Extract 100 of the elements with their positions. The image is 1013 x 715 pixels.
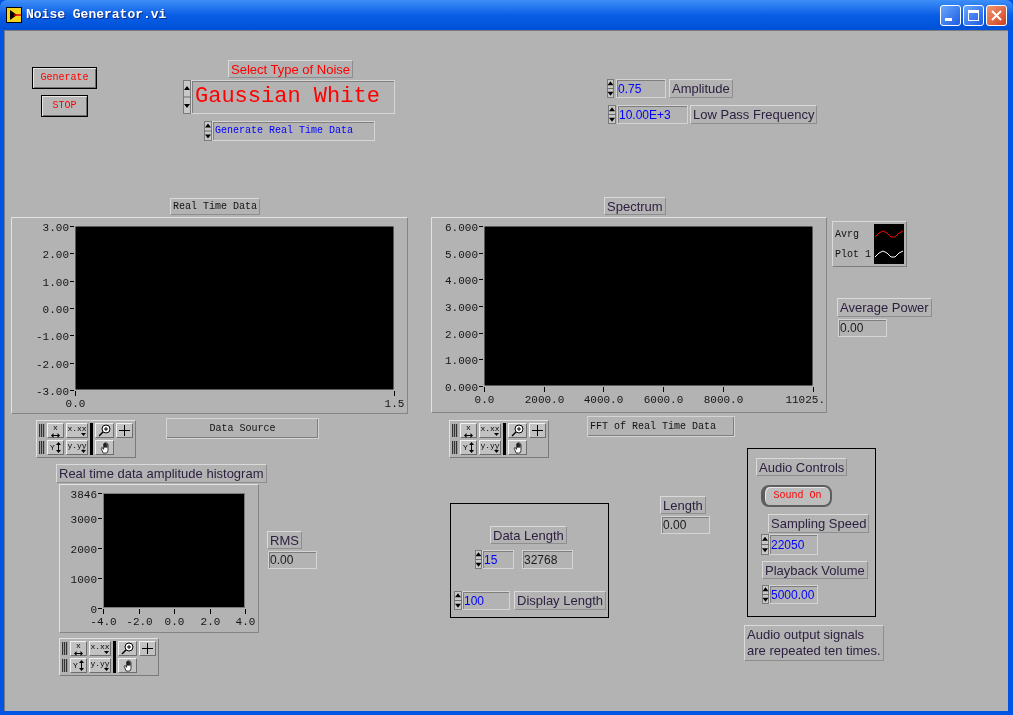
axis-tick-label: 4.0	[235, 616, 256, 628]
numeric-control[interactable]: 22050	[769, 534, 818, 555]
numeric-control[interactable]: 15	[482, 550, 514, 569]
cursor-button[interactable]	[139, 641, 156, 656]
numeric-control[interactable]: 10.00E+3	[617, 105, 688, 124]
control-label: Amplitude	[669, 79, 733, 98]
plus-icon	[142, 643, 153, 654]
control-label: Spectrum	[604, 197, 666, 215]
string-indicator: Data Source	[166, 418, 319, 439]
control-label: Playback Volume	[762, 561, 868, 579]
numeric-control[interactable]: 0.75	[616, 79, 666, 98]
axis-tick-label: 4000.0	[583, 394, 624, 406]
close-button[interactable]	[986, 4, 1007, 26]
pan-button[interactable]	[508, 440, 527, 455]
zoom-button[interactable]	[118, 641, 137, 656]
y-scale-button[interactable]: Y	[70, 658, 87, 673]
spin-arrows-icon[interactable]	[204, 121, 212, 141]
x-scale-button[interactable]: x	[47, 423, 64, 438]
x-scale-button[interactable]: x	[70, 641, 87, 656]
control-label: RMS	[267, 531, 302, 549]
caret-icon	[104, 651, 109, 654]
minimize-icon	[945, 17, 952, 21]
zoom-icon	[98, 424, 111, 437]
x-format-button[interactable]: x.xx	[479, 423, 501, 438]
axis-tick-label: 8000.0	[703, 394, 744, 406]
minimize-button[interactable]	[940, 4, 961, 26]
axis-tick-label: -1.00	[36, 330, 69, 343]
spin-arrows-icon[interactable]	[607, 79, 614, 98]
axis-tick-label: 1.00	[42, 276, 69, 289]
axis-tick-label: 5.000	[445, 248, 478, 261]
caret-icon	[81, 433, 86, 436]
axis-tick-label: 0.0	[474, 394, 495, 406]
control-label: Audio Controls	[756, 458, 848, 476]
bars-icon[interactable]	[62, 658, 68, 673]
axis-tick-label: -3.00	[36, 385, 69, 398]
bars-icon[interactable]	[452, 440, 458, 455]
hand-icon	[98, 441, 111, 454]
axis-tick-label: 1.5	[384, 398, 405, 410]
control-label: Length	[660, 496, 706, 514]
close-icon	[991, 9, 1002, 21]
zoom-button[interactable]	[95, 423, 114, 438]
free-label: Audio output signals are repeated ten times.	[744, 625, 884, 661]
y-scale-button[interactable]: Y	[47, 440, 64, 455]
numeric-control[interactable]: 100	[462, 591, 510, 610]
x-format-button[interactable]: x.xx	[66, 423, 88, 438]
x-format-button[interactable]: x.xx	[89, 641, 111, 656]
spin-arrows-icon[interactable]	[183, 80, 191, 114]
line-sample-icon	[874, 224, 904, 244]
spin-arrows-icon[interactable]	[608, 105, 616, 124]
numeric-indicator: 0.00	[838, 319, 887, 337]
hand-icon	[121, 659, 134, 672]
ring-control[interactable]: Generate Real Time Data	[212, 121, 375, 141]
caret-icon	[494, 450, 499, 453]
control-label: Data Length	[490, 526, 567, 544]
zoom-icon	[121, 642, 134, 655]
zoom-icon	[511, 424, 524, 437]
bars-icon[interactable]	[39, 440, 45, 455]
axis-tick-label: 4.000	[445, 274, 478, 287]
axis-tick-label: 2000	[70, 543, 97, 556]
double-arrow-icon	[74, 650, 83, 656]
axis-tick-label: -4.0	[90, 616, 117, 628]
cursor-button[interactable]	[116, 423, 133, 438]
spin-arrows-icon[interactable]	[762, 585, 769, 604]
bars-icon[interactable]	[452, 423, 458, 438]
double-arrow-icon	[464, 432, 473, 438]
axis-tick-label: 3.000	[445, 301, 478, 314]
bars-icon[interactable]	[62, 641, 68, 656]
axis-tick-label: 0.00	[42, 303, 69, 316]
legend-label: Avrg	[835, 227, 859, 242]
spin-arrows-icon[interactable]	[454, 591, 462, 610]
y-scale-button[interactable]: Y	[460, 440, 477, 455]
numeric-control[interactable]: 5000.00	[769, 585, 818, 604]
spin-arrows-icon[interactable]	[761, 534, 769, 555]
legend-label: Plot 1	[835, 247, 871, 262]
line-sample-icon	[874, 244, 904, 264]
y-format-button[interactable]: y.yy	[66, 440, 88, 455]
pan-button[interactable]	[95, 440, 114, 455]
caret-icon	[494, 433, 499, 436]
x-scale-button[interactable]: x	[460, 423, 477, 438]
axis-tick-label: 0.0	[65, 398, 86, 410]
y-format-button[interactable]: y.yy	[479, 440, 501, 455]
numeric-indicator: 0.00	[268, 551, 317, 569]
axis-tick-label: 3.00	[42, 221, 69, 234]
axis-tick-label: 1.000	[445, 354, 478, 367]
axis-tick-label: 1000	[70, 573, 97, 586]
spin-arrows-icon[interactable]	[475, 550, 482, 569]
control-label: Real time data amplitude histogram	[56, 464, 267, 483]
y-format-button[interactable]: y.yy	[89, 658, 111, 673]
cursor-button[interactable]	[529, 423, 546, 438]
axis-tick-label: -2.00	[36, 358, 69, 371]
zoom-button[interactable]	[508, 423, 527, 438]
axis-tick-label: 6.000	[445, 221, 478, 234]
maximize-button[interactable]	[963, 4, 984, 26]
axis-tick-label: -2.0	[126, 616, 153, 628]
control-label: Low Pass Frequency	[690, 105, 818, 124]
axis-tick-label: 2.0	[200, 616, 221, 628]
bars-icon[interactable]	[39, 423, 45, 438]
control-label: Sampling Speed	[768, 514, 870, 533]
axis-tick-label: 2.000	[445, 328, 478, 341]
pan-button[interactable]	[118, 658, 137, 673]
